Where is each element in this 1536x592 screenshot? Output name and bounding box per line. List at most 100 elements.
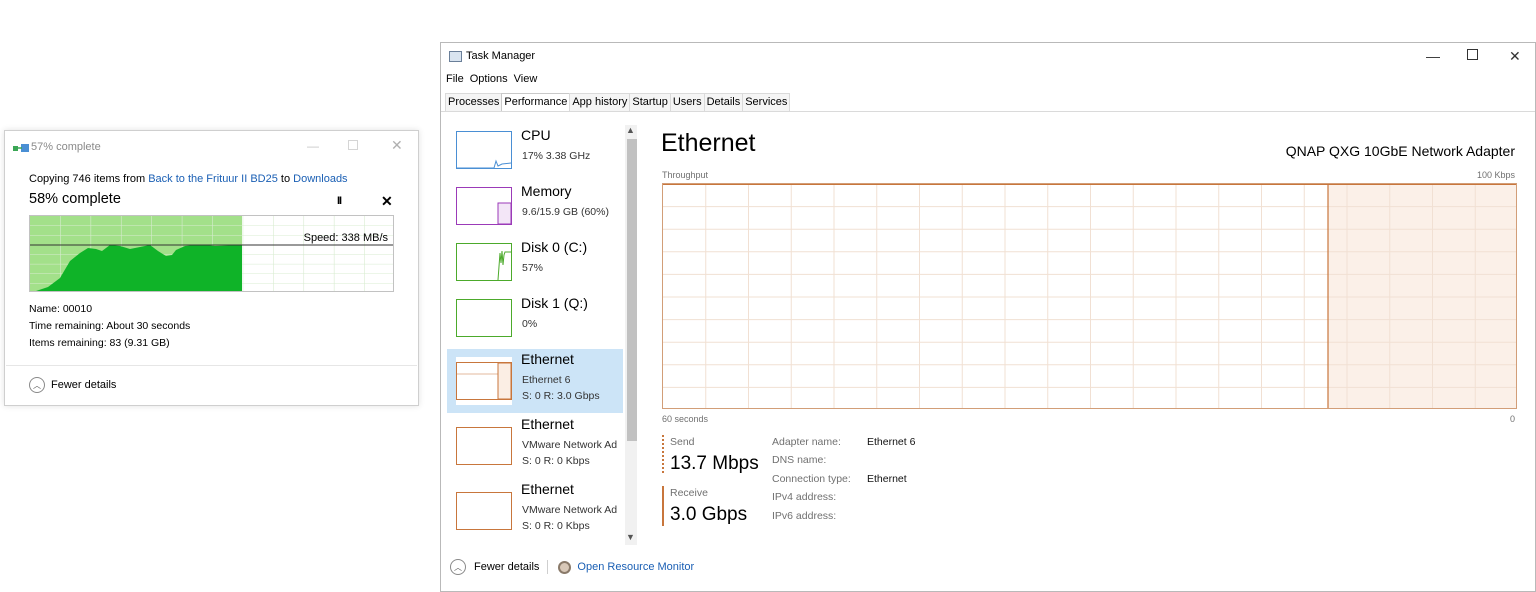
fewer-details-button[interactable]: ︿ Fewer details — [29, 377, 116, 393]
tab-startup[interactable]: Startup — [629, 93, 671, 111]
chevron-up-icon[interactable]: ︿ — [450, 559, 466, 575]
menu-bar: File Options View — [446, 73, 537, 85]
sidebar-sub: 17% 3.38 GHz — [522, 150, 591, 162]
task-manager-icon — [449, 51, 462, 62]
cancel-copy-button[interactable]: ✕ — [381, 193, 393, 210]
sidebar-label: Memory — [521, 183, 572, 199]
prop-adapter-name-label: Adapter name: — [772, 436, 841, 448]
sidebar-sub: 0% — [522, 318, 538, 330]
sidebar-rate: S: 0 R: 3.0 Gbps — [522, 390, 600, 402]
speed-text: Speed: 338 MB/s — [303, 232, 388, 244]
throughput-graph-svg — [663, 184, 1516, 408]
sidebar-item-ethernet-6[interactable]: Ethernet Ethernet 6 S: 0 R: 3.0 Gbps — [447, 349, 623, 413]
copy-prefix: Copying 746 items from — [29, 173, 149, 185]
tab-underline — [441, 111, 1535, 112]
menu-file[interactable]: File — [446, 73, 464, 85]
tab-processes[interactable]: Processes — [445, 93, 503, 111]
pause-button[interactable]: II — [337, 195, 342, 207]
copy-window-title: 57% complete — [31, 141, 101, 153]
prop-adapter-name-value: Ethernet 6 — [867, 436, 916, 448]
sidebar-sub: 9.6/15.9 GB (60%) — [522, 206, 609, 218]
tab-details[interactable]: Details — [703, 93, 744, 111]
ethernet-vmware-1-mini-graph — [456, 422, 512, 470]
tab-app-history[interactable]: App history — [569, 93, 631, 111]
sidebar-sub: VMware Network Ad — [522, 504, 618, 516]
speed-graph-svg — [30, 216, 393, 291]
throughput-graph — [662, 183, 1517, 409]
sidebar-label: Disk 1 (Q:) — [521, 295, 588, 311]
sidebar-label: Ethernet — [521, 351, 574, 367]
sidebar-rate: S: 0 R: 0 Kbps — [522, 520, 590, 532]
scroll-up-icon[interactable]: ▲ — [626, 125, 635, 135]
prop-ipv4-label: IPv4 address: — [772, 491, 837, 503]
task-manager-titlebar: Task Manager — ✕ — [441, 43, 1535, 71]
copy-titlebar: 57% complete — ✕ — [5, 131, 418, 163]
send-value: 13.7 Mbps — [670, 453, 759, 474]
max-scale-label: 100 Kbps — [1476, 170, 1515, 180]
receive-value: 3.0 Gbps — [670, 504, 748, 525]
time-remaining: Time remaining: About 30 seconds — [29, 320, 191, 332]
prop-dns-name-label: DNS name: — [772, 454, 827, 466]
footer-divider — [547, 560, 549, 574]
sidebar-item-disk-1[interactable]: Disk 1 (Q:) 0% — [447, 293, 623, 357]
time-span-label: 60 seconds — [662, 414, 709, 424]
menu-view[interactable]: View — [514, 73, 538, 85]
tab-performance[interactable]: Performance — [501, 93, 571, 111]
prop-connection-type-value: Ethernet — [867, 473, 907, 485]
sidebar-rate: S: 0 R: 0 Kbps — [522, 455, 590, 467]
copy-to-text: to — [277, 173, 294, 185]
sidebar-item-memory[interactable]: Memory 9.6/15.9 GB (60%) — [447, 181, 623, 245]
percent-complete: 58% complete — [29, 191, 121, 207]
receive-label: Receive — [670, 487, 708, 499]
task-manager-footer: ︿ Fewer details Open Resource Monitor — [450, 559, 694, 575]
items-remaining: Items remaining: 83 (9.31 GB) — [29, 337, 170, 349]
sidebar-sub: VMware Network Ad — [522, 439, 618, 451]
tab-services[interactable]: Services — [742, 93, 791, 111]
minimize-button[interactable]: — — [307, 139, 319, 153]
throughput-label: Throughput — [662, 170, 709, 180]
maximize-button[interactable] — [1467, 49, 1478, 60]
disk-0-mini-graph — [456, 243, 512, 281]
chevron-up-icon: ︿ — [29, 377, 45, 393]
sidebar-label: Disk 0 (C:) — [521, 239, 588, 255]
prop-connection-type-label: Connection type: — [772, 473, 851, 485]
file-copy-icon — [13, 144, 29, 152]
tab-bar: Processes Performance App history Startu… — [445, 93, 791, 111]
sidebar-sub: 57% — [522, 262, 544, 274]
fewer-details-link[interactable]: Fewer details — [474, 561, 539, 573]
source-folder-link[interactable]: Back to the Frituur II BD25 — [148, 173, 278, 185]
sidebar-sub: Ethernet 6 — [522, 374, 571, 386]
min-scale-label: 0 — [1509, 414, 1515, 424]
current-file-name: Name: 00010 — [29, 303, 93, 315]
copy-description: Copying 746 items from Back to the Fritu… — [29, 173, 348, 185]
task-manager-window: Task Manager — ✕ File Options View Proce… — [440, 42, 1536, 592]
close-button[interactable]: ✕ — [1509, 48, 1521, 65]
ethernet-6-mini-graph — [456, 357, 512, 405]
fewer-details-label: Fewer details — [51, 379, 117, 391]
receive-indicator — [662, 486, 664, 526]
sidebar-item-ethernet-vmware-2[interactable]: Ethernet VMware Network Ad S: 0 R: 0 Kbp… — [447, 479, 623, 543]
close-button[interactable]: ✕ — [391, 137, 403, 154]
sidebar-item-disk-0[interactable]: Disk 0 (C:) 57% — [447, 237, 623, 301]
tab-users[interactable]: Users — [669, 93, 705, 111]
sidebar-label: Ethernet — [521, 416, 574, 432]
ethernet-vmware-2-mini-graph — [456, 487, 512, 535]
sidebar-item-ethernet-vmware-1[interactable]: Ethernet VMware Network Ad S: 0 R: 0 Kbp… — [447, 414, 623, 478]
resource-monitor-icon — [558, 560, 572, 574]
prop-ipv6-label: IPv6 address: — [772, 510, 837, 522]
adapter-name-title: QNAP QXG 10GbE Network Adapter — [1285, 143, 1515, 159]
sidebar-label: Ethernet — [521, 481, 574, 497]
page-title: Ethernet — [661, 129, 756, 157]
scroll-down-icon[interactable]: ▼ — [626, 532, 635, 542]
menu-options[interactable]: Options — [470, 73, 508, 85]
maximize-button[interactable] — [348, 140, 358, 150]
destination-folder-link[interactable]: Downloads — [293, 173, 347, 185]
send-indicator — [662, 435, 664, 473]
sidebar-item-cpu[interactable]: CPU 17% 3.38 GHz — [447, 125, 623, 189]
sidebar-scroll-thumb[interactable] — [627, 139, 637, 441]
memory-mini-graph — [456, 187, 512, 225]
minimize-button[interactable]: — — [1426, 48, 1440, 64]
window-title: Task Manager — [466, 50, 536, 62]
cpu-mini-graph — [456, 131, 512, 169]
open-resource-monitor-link[interactable]: Open Resource Monitor — [577, 561, 694, 573]
